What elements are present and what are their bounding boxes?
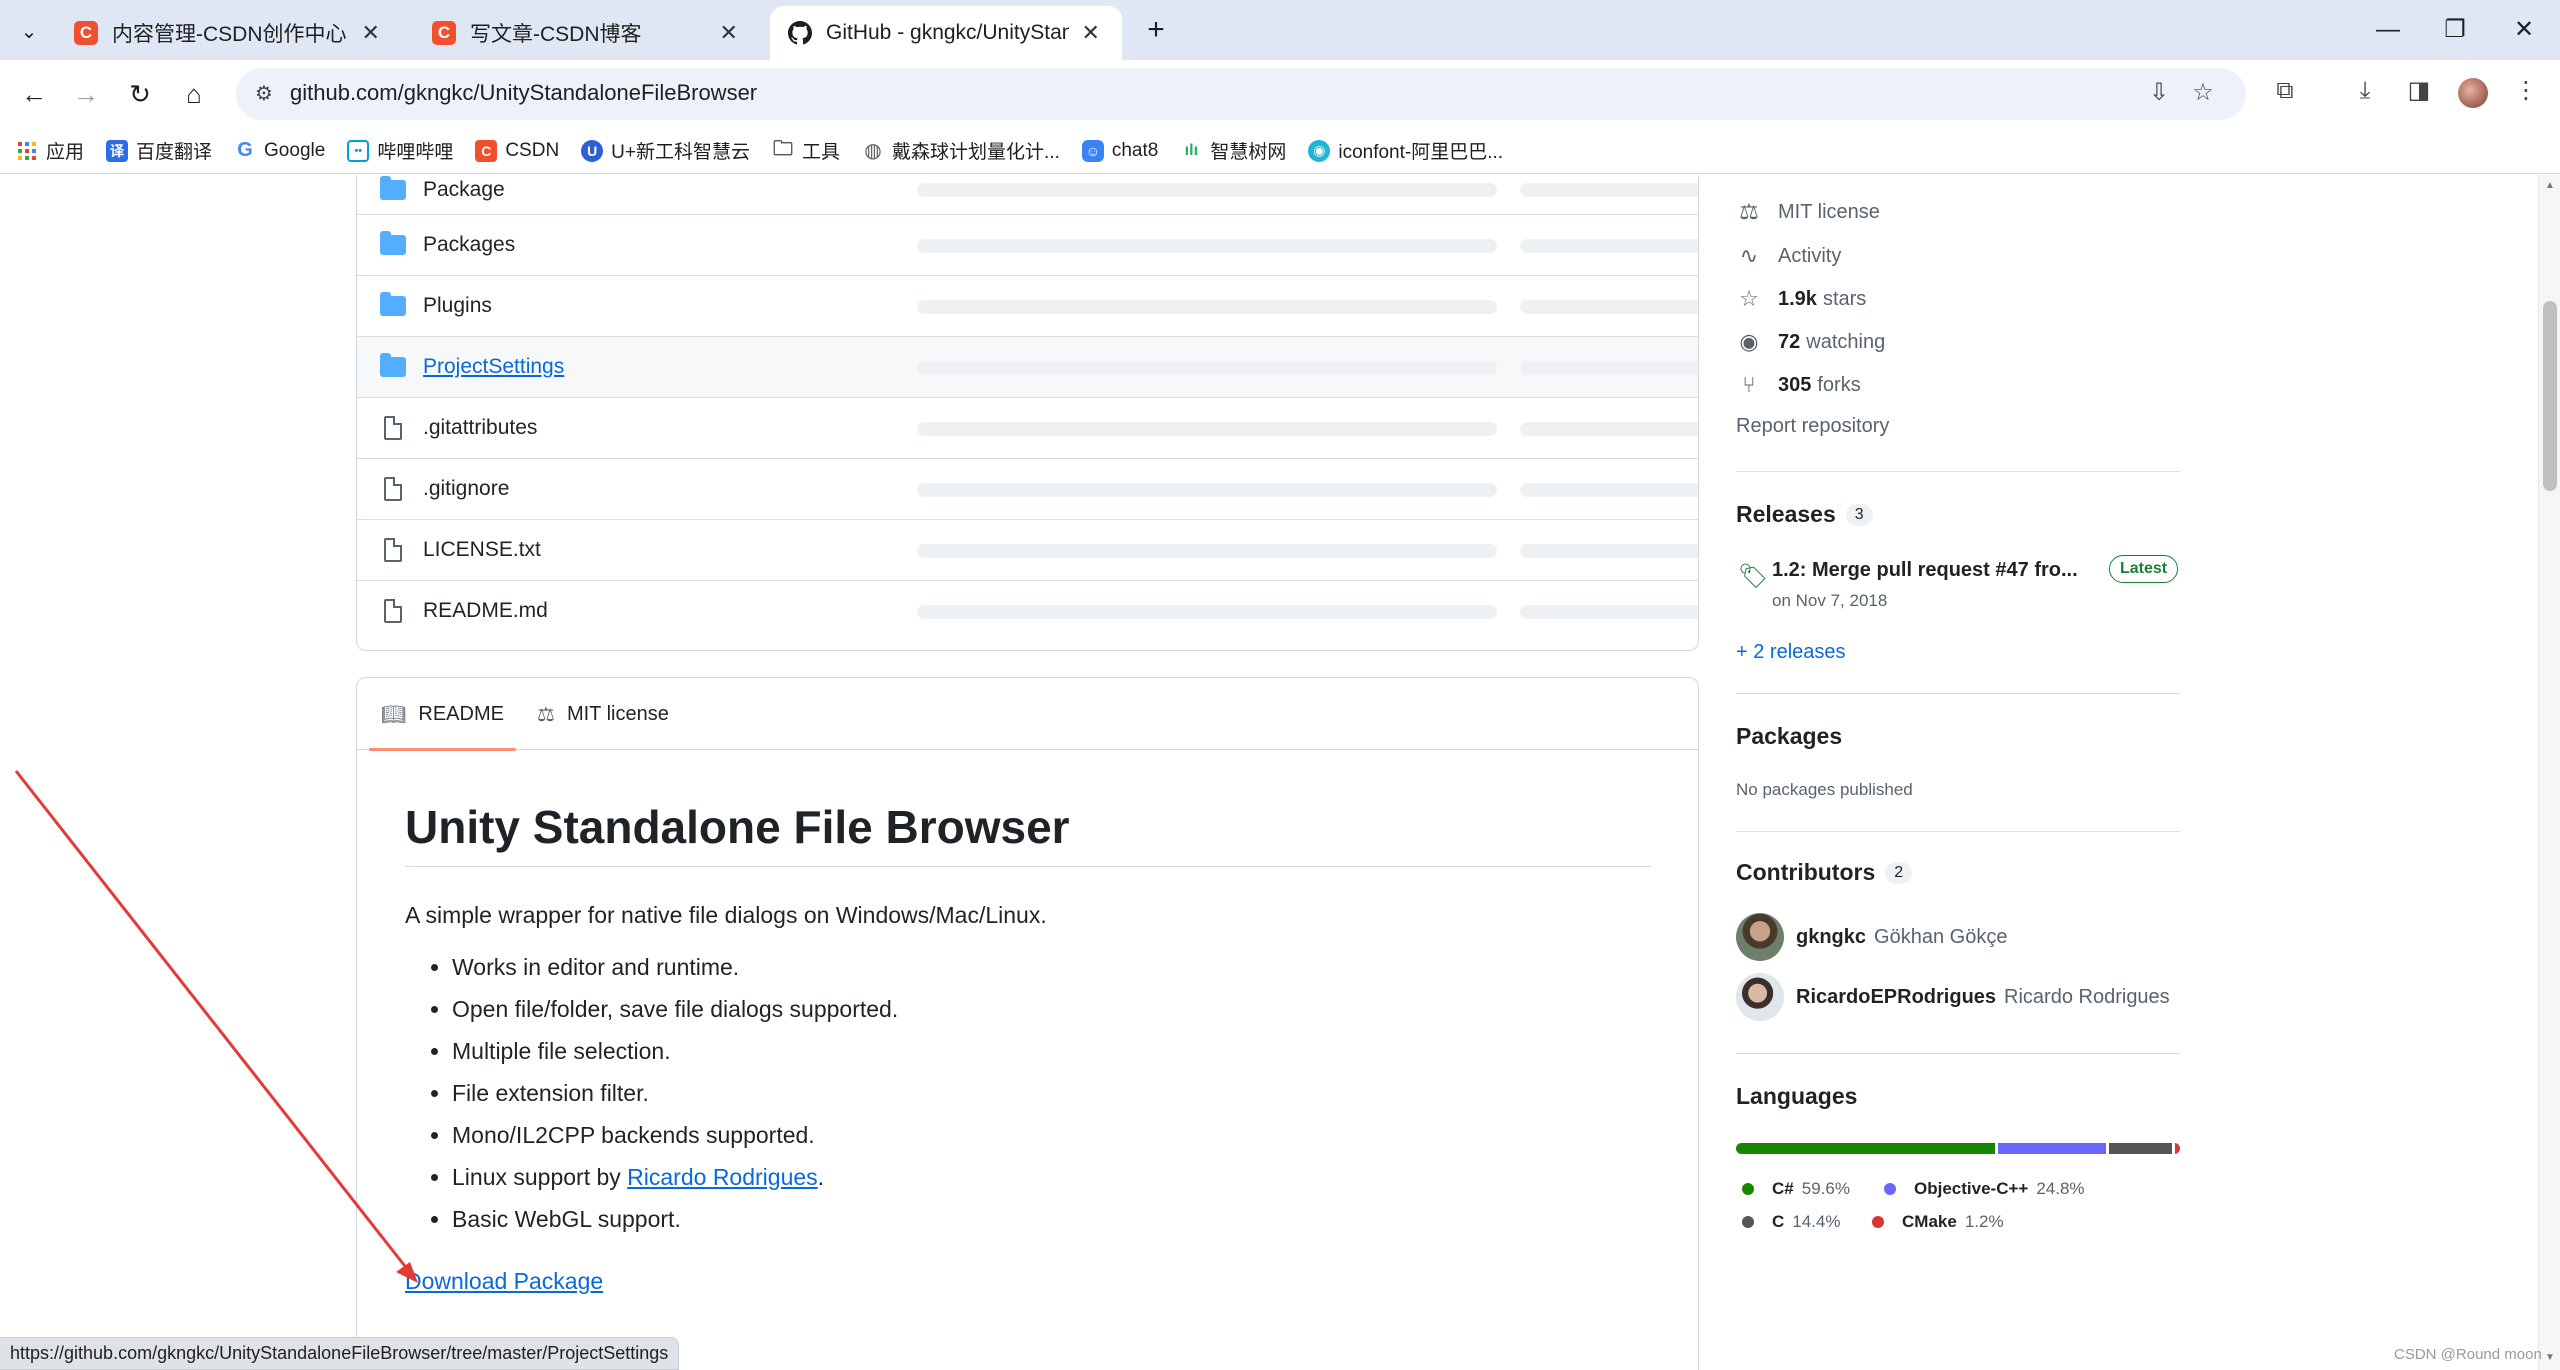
status-url-preview: https://github.com/gkngkc/UnityStandalon…: [0, 1337, 680, 1370]
csdn-watermark: CSDN @Round moon: [2394, 1346, 2542, 1363]
annotation-arrow: [14, 770, 418, 1283]
